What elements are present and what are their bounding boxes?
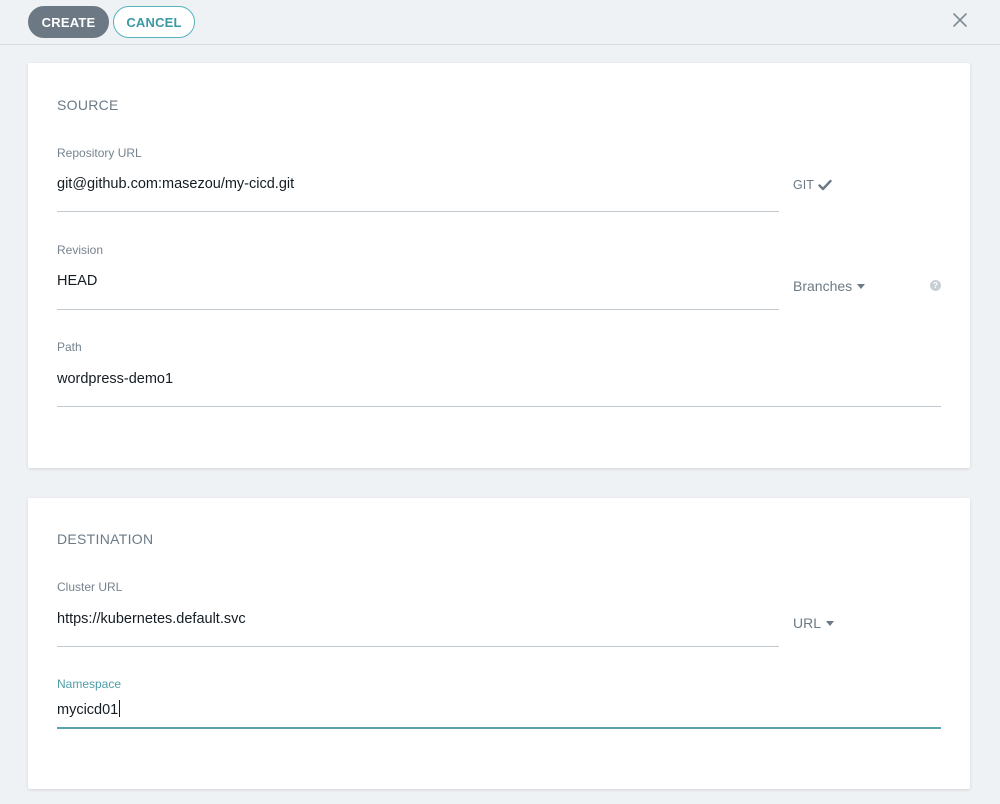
repository-url-input[interactable]: git@github.com:masezou/my-cicd.git [57, 176, 777, 192]
repository-url-underline [57, 211, 779, 212]
repository-url-label: Repository URL [57, 146, 142, 160]
repo-type-indicator[interactable]: GIT [793, 178, 832, 192]
path-underline [57, 406, 941, 407]
source-card: SOURCE Repository URL git@github.com:mas… [28, 63, 970, 468]
namespace-input[interactable]: mycicd01 [57, 700, 937, 718]
question-icon[interactable]: ? [930, 280, 941, 291]
revision-input[interactable]: HEAD [57, 273, 777, 289]
cluster-url-label: Cluster URL [57, 580, 123, 594]
cluster-url-input[interactable]: https://kubernetes.default.svc [57, 611, 777, 627]
destination-section-title: DESTINATION [57, 531, 154, 547]
checkmark-icon [818, 179, 832, 191]
destination-card: DESTINATION Cluster URL https://kubernet… [28, 498, 970, 789]
close-icon[interactable] [952, 12, 968, 28]
branches-dropdown[interactable]: Branches [793, 278, 866, 294]
cluster-url-underline [57, 646, 779, 647]
cancel-button[interactable]: CANCEL [113, 6, 195, 38]
source-section-title: SOURCE [57, 97, 119, 113]
path-input[interactable]: wordpress-demo1 [57, 371, 937, 387]
cluster-url-type-label: URL [793, 615, 822, 631]
namespace-label: Namespace [57, 677, 122, 691]
caret-down-icon [857, 284, 866, 289]
repo-type-label: GIT [793, 178, 814, 192]
revision-label: Revision [57, 243, 104, 257]
revision-underline [57, 309, 779, 310]
top-toolbar: CREATE CANCEL [0, 0, 1000, 45]
create-button[interactable]: CREATE [28, 6, 109, 38]
caret-down-icon [826, 621, 835, 626]
cluster-url-type-dropdown[interactable]: URL [793, 615, 835, 631]
path-label: Path [57, 340, 82, 354]
namespace-underline [57, 727, 941, 729]
text-cursor [119, 700, 121, 717]
branches-dropdown-label: Branches [793, 278, 853, 294]
namespace-value: mycicd01 [57, 702, 119, 718]
